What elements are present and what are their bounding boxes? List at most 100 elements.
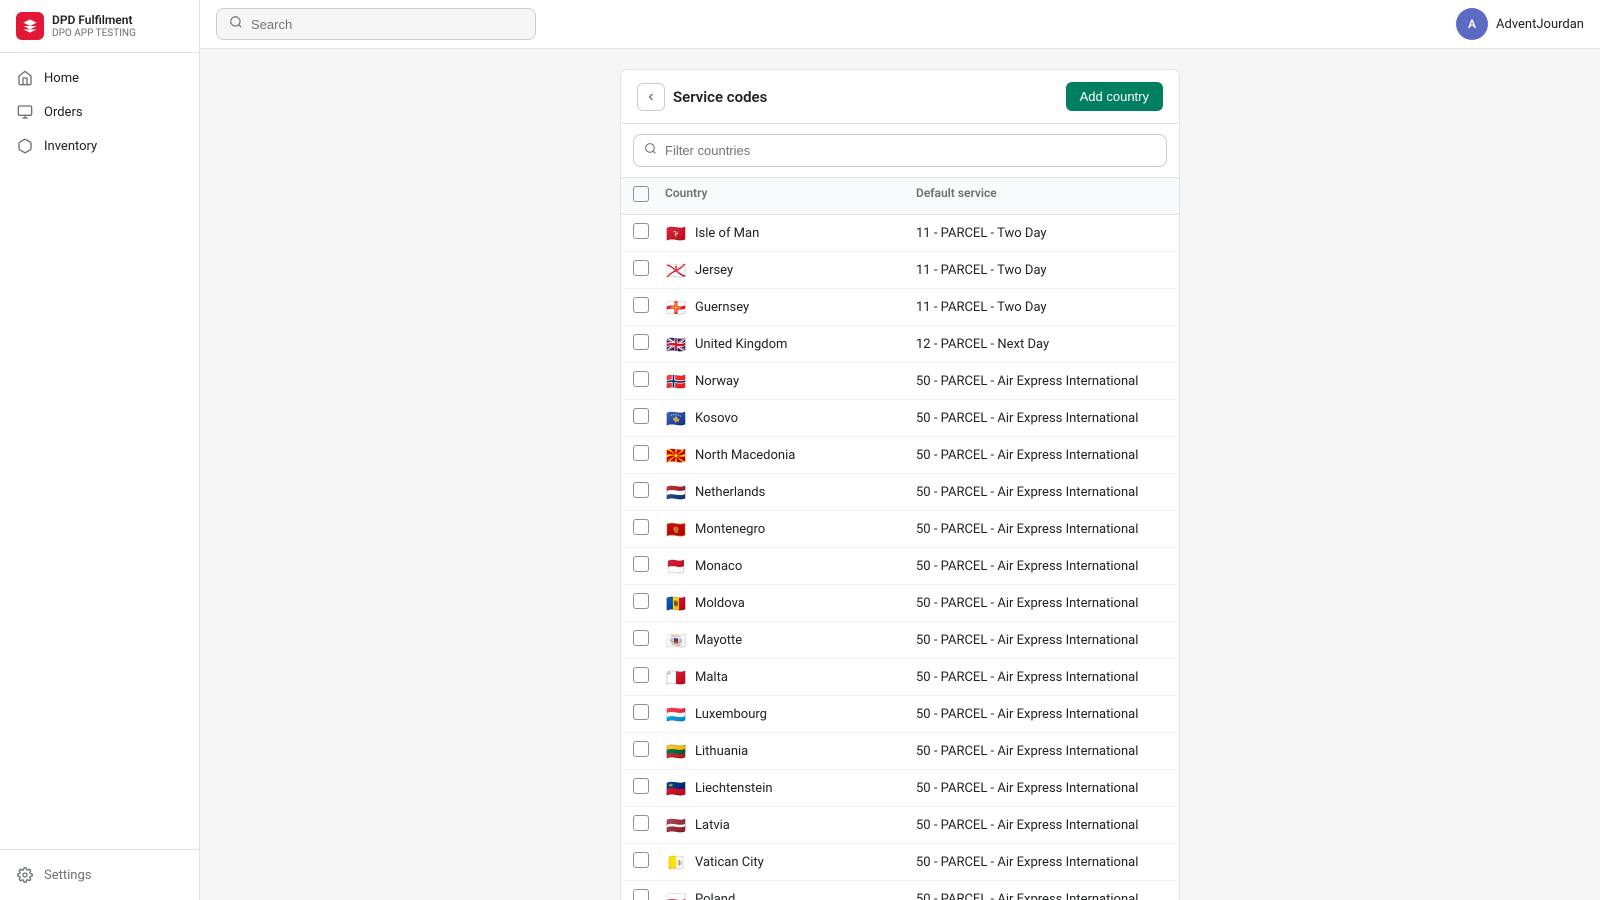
row-checkbox[interactable] xyxy=(633,667,649,683)
service-code: 12 - PARCEL - Next Day xyxy=(916,337,1167,352)
country-name: Jersey xyxy=(695,263,733,278)
inventory-icon xyxy=(16,137,34,155)
row-checkbox[interactable] xyxy=(633,408,649,424)
sidebar-item-orders[interactable]: Orders xyxy=(0,95,199,129)
country-cell: 🇮🇲 Isle of Man xyxy=(665,225,916,241)
filter-input-container[interactable] xyxy=(633,134,1167,167)
row-checkbox-cell xyxy=(633,778,665,798)
country-cell: 🇱🇻 Latvia xyxy=(665,817,916,833)
table-row: 🇱🇮 Liechtenstein 50 - PARCEL - Air Expre… xyxy=(621,770,1179,807)
service-code: 50 - PARCEL - Air Express International xyxy=(916,892,1167,900)
country-flag: 🇱🇮 xyxy=(665,780,687,796)
row-checkbox[interactable] xyxy=(633,519,649,535)
row-checkbox-cell xyxy=(633,667,665,687)
row-checkbox[interactable] xyxy=(633,889,649,900)
sidebar-item-settings[interactable]: Settings xyxy=(0,858,199,892)
table-row: 🇱🇹 Lithuania 50 - PARCEL - Air Express I… xyxy=(621,733,1179,770)
table-row: 🇯🇪 Jersey 11 - PARCEL - Two Day xyxy=(621,252,1179,289)
row-checkbox[interactable] xyxy=(633,334,649,350)
row-checkbox[interactable] xyxy=(633,371,649,387)
service-code: 50 - PARCEL - Air Express International xyxy=(916,781,1167,796)
table-row: 🇱🇻 Latvia 50 - PARCEL - Air Express Inte… xyxy=(621,807,1179,844)
country-cell: 🇱🇮 Liechtenstein xyxy=(665,780,916,796)
country-flag: 🇱🇹 xyxy=(665,743,687,759)
app-logo xyxy=(16,12,44,40)
table-header: Country Default service xyxy=(621,178,1179,215)
row-checkbox-cell xyxy=(633,815,665,835)
country-cell: 🇻🇦 Vatican City xyxy=(665,854,916,870)
country-cell: 🇲🇨 Monaco xyxy=(665,558,916,574)
row-checkbox-cell xyxy=(633,482,665,502)
row-checkbox[interactable] xyxy=(633,223,649,239)
select-all-checkbox[interactable] xyxy=(633,186,649,202)
row-checkbox[interactable] xyxy=(633,778,649,794)
sidebar-label-home: Home xyxy=(44,71,79,86)
service-code: 50 - PARCEL - Air Express International xyxy=(916,559,1167,574)
country-name: Liechtenstein xyxy=(695,781,773,796)
country-flag: 🇳🇱 xyxy=(665,484,687,500)
country-name: Guernsey xyxy=(695,300,749,315)
country-cell: 🇬🇧 United Kingdom xyxy=(665,336,916,352)
country-flag: 🇻🇦 xyxy=(665,854,687,870)
topbar-right: A AdventJourdan xyxy=(1456,8,1584,40)
country-flag: 🇲🇩 xyxy=(665,595,687,611)
search-input[interactable] xyxy=(251,17,523,32)
row-checkbox[interactable] xyxy=(633,556,649,572)
table-row: 🇽🇰 Kosovo 50 - PARCEL - Air Express Inte… xyxy=(621,400,1179,437)
country-flag: 🇬🇧 xyxy=(665,336,687,352)
table-row: 🇬🇬 Guernsey 11 - PARCEL - Two Day xyxy=(621,289,1179,326)
sidebar-item-home[interactable]: Home xyxy=(0,61,199,95)
country-name: North Macedonia xyxy=(695,448,795,463)
country-flag: 🇱🇻 xyxy=(665,817,687,833)
row-checkbox[interactable] xyxy=(633,593,649,609)
main-area: A AdventJourdan Service codes Add countr… xyxy=(200,0,1600,900)
country-name: Malta xyxy=(695,670,728,685)
country-name: Lithuania xyxy=(695,744,748,759)
row-checkbox[interactable] xyxy=(633,815,649,831)
back-button[interactable] xyxy=(637,83,665,111)
filter-countries-input[interactable] xyxy=(665,143,1156,158)
country-flag: 🇲🇰 xyxy=(665,447,687,463)
row-checkbox-cell xyxy=(633,704,665,724)
row-checkbox-cell xyxy=(633,334,665,354)
row-checkbox[interactable] xyxy=(633,704,649,720)
search-icon xyxy=(229,15,243,33)
country-flag: 🇬🇬 xyxy=(665,299,687,315)
table-row: 🇲🇹 Malta 50 - PARCEL - Air Express Inter… xyxy=(621,659,1179,696)
service-code: 50 - PARCEL - Air Express International xyxy=(916,448,1167,463)
country-flag: 🇲🇨 xyxy=(665,558,687,574)
sidebar-item-inventory[interactable]: Inventory xyxy=(0,129,199,163)
add-country-button[interactable]: Add country xyxy=(1066,82,1163,111)
country-name: Netherlands xyxy=(695,485,765,500)
row-checkbox[interactable] xyxy=(633,260,649,276)
page-content: Service codes Add country Country xyxy=(200,49,1600,900)
row-checkbox-cell xyxy=(633,260,665,280)
country-flag: 🇯🇪 xyxy=(665,262,687,278)
row-checkbox[interactable] xyxy=(633,852,649,868)
country-cell: 🇲🇹 Malta xyxy=(665,669,916,685)
row-checkbox-cell xyxy=(633,630,665,650)
country-cell: 🇳🇴 Norway xyxy=(665,373,916,389)
row-checkbox-cell xyxy=(633,556,665,576)
row-checkbox[interactable] xyxy=(633,741,649,757)
row-checkbox-cell xyxy=(633,371,665,391)
table-row: 🇱🇺 Luxembourg 50 - PARCEL - Air Express … xyxy=(621,696,1179,733)
country-flag: 🇮🇲 xyxy=(665,225,687,241)
country-name: United Kingdom xyxy=(695,337,787,352)
service-code: 50 - PARCEL - Air Express International xyxy=(916,374,1167,389)
row-checkbox[interactable] xyxy=(633,482,649,498)
country-name: Norway xyxy=(695,374,739,389)
service-code: 11 - PARCEL - Two Day xyxy=(916,300,1167,315)
country-cell: 🇱🇺 Luxembourg xyxy=(665,706,916,722)
service-code: 11 - PARCEL - Two Day xyxy=(916,226,1167,241)
row-checkbox-cell xyxy=(633,408,665,428)
row-checkbox[interactable] xyxy=(633,445,649,461)
country-flag: 🇲🇹 xyxy=(665,669,687,685)
search-bar[interactable] xyxy=(216,8,536,40)
sidebar-label-settings: Settings xyxy=(44,868,91,883)
row-checkbox[interactable] xyxy=(633,297,649,313)
country-flag: 🇱🇺 xyxy=(665,706,687,722)
row-checkbox[interactable] xyxy=(633,630,649,646)
sidebar-footer: Settings xyxy=(0,849,199,900)
table-row: 🇲🇨 Monaco 50 - PARCEL - Air Express Inte… xyxy=(621,548,1179,585)
